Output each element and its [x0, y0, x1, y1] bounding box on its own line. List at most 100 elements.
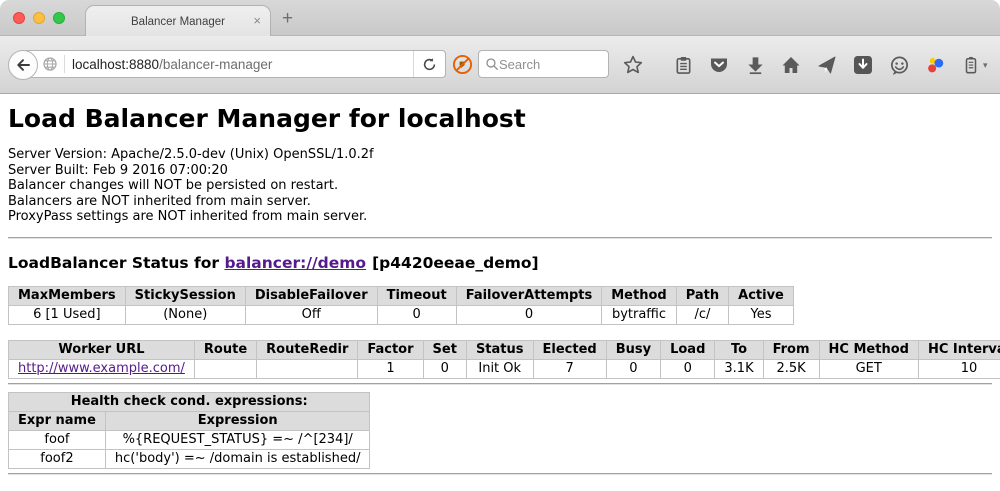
health-check-table: Health check cond. expressions: Expr nam…	[8, 392, 370, 469]
worker-value-cell: 2.5K	[763, 359, 819, 378]
tab-close-icon[interactable]: ×	[253, 14, 261, 28]
worker-value-cell: 3.1K	[715, 359, 763, 378]
health-value-cell: %{REQUEST_STATUS} =~ /^[234]/	[105, 430, 370, 449]
worker-value-cell: Init Ok	[466, 359, 533, 378]
table-row: foof%{REQUEST_STATUS} =~ /^[234]/	[9, 430, 370, 449]
send-plane-icon	[817, 55, 837, 75]
smiley-icon	[889, 55, 910, 76]
page-content: Load Balancer Manager for localhost Serv…	[0, 94, 1000, 475]
section-divider	[8, 383, 992, 385]
worker-header-cell: RouteRedir	[257, 340, 358, 359]
balancer-header-cell: MaxMembers	[9, 286, 126, 305]
balancer-header-cell: Timeout	[377, 286, 456, 305]
inherit-notice-line: Balancers are NOT inherited from main se…	[8, 194, 992, 210]
balancer-header-cell: StickySession	[125, 286, 245, 305]
health-table-title: Health check cond. expressions:	[9, 392, 370, 411]
server-info: Server Version: Apache/2.5.0-dev (Unix) …	[8, 147, 992, 225]
tab-balancer-manager[interactable]: Balancer Manager ×	[85, 5, 271, 37]
traffic-lights	[13, 12, 65, 24]
pocket-button[interactable]	[708, 54, 730, 76]
balancer-header-cell: DisableFailover	[245, 286, 377, 305]
close-window-button[interactable]	[13, 12, 25, 24]
worker-value-cell: 0	[423, 359, 466, 378]
worker-value-cell: 0	[661, 359, 715, 378]
dropdown-caret[interactable]: ▾	[983, 60, 988, 71]
balancer-value-cell: bytraffic	[602, 305, 676, 324]
balancer-value-cell: (None)	[125, 305, 245, 324]
page-bottom-divider	[8, 473, 992, 475]
worker-value-cell: 0	[606, 359, 660, 378]
health-header-cell: Expression	[105, 411, 370, 430]
balancer-value-cell: 6 [1 Used]	[9, 305, 126, 324]
worker-header-cell: Load	[661, 340, 715, 359]
video-download-button[interactable]	[852, 54, 874, 76]
worker-header-cell: Status	[466, 340, 533, 359]
globe-icon	[42, 56, 58, 72]
balancer-value-cell: Yes	[729, 305, 794, 324]
color-dots-icon	[925, 55, 946, 76]
toolbar-icons: ▾	[622, 36, 1000, 94]
browser-chrome: Balancer Manager × + localhost:8880/bala…	[0, 0, 1000, 94]
url-path: /balancer-manager	[159, 57, 272, 72]
battery-icon	[962, 56, 980, 75]
tab-bar: Balancer Manager × +	[0, 0, 1000, 36]
status-suffix: [p4420eeae_demo]	[372, 254, 539, 272]
balancer-settings-table: MaxMembersStickySessionDisableFailoverTi…	[8, 286, 794, 325]
health-value-cell: foof2	[9, 449, 106, 468]
downloads-button[interactable]	[744, 54, 766, 76]
worker-value-cell: 7	[533, 359, 606, 378]
balancer-value-cell: 0	[377, 305, 456, 324]
health-value-cell: hc('body') =~ /domain is established/	[105, 449, 370, 468]
search-icon	[485, 57, 499, 71]
url-separator	[64, 55, 65, 73]
reading-list-button[interactable]	[672, 54, 694, 76]
reload-button[interactable]	[413, 51, 445, 77]
url-text[interactable]: localhost:8880/balancer-manager	[72, 57, 413, 72]
balancer-header-cell: Path	[676, 286, 728, 305]
pocket-icon	[709, 55, 729, 75]
back-button[interactable]	[8, 50, 38, 80]
clipboard-icon	[674, 56, 693, 75]
search-bar[interactable]	[478, 50, 609, 78]
share-button[interactable]	[816, 54, 838, 76]
browser-window: Balancer Manager × + localhost:8880/bala…	[0, 0, 1000, 491]
worker-header-cell: To	[715, 340, 763, 359]
search-input[interactable]	[499, 57, 589, 72]
worker-header-cell: HC Interval	[918, 340, 1000, 359]
table-caption-row: Health check cond. expressions:	[9, 392, 370, 411]
section-divider	[8, 237, 992, 239]
container-extension-button[interactable]	[960, 54, 982, 76]
balancer-header-cell: Method	[602, 286, 676, 305]
bookmark-star-button[interactable]	[622, 54, 644, 76]
proxypass-notice-line: ProxyPass settings are NOT inherited fro…	[8, 209, 992, 225]
table-row: 6 [1 Used](None)Off00bytraffic/c/Yes	[9, 305, 794, 324]
navigation-toolbar: localhost:8880/balancer-manager	[0, 36, 1000, 94]
minimize-window-button[interactable]	[33, 12, 45, 24]
tab-title: Balancer Manager	[131, 16, 225, 28]
balancer-link[interactable]: balancer://demo	[224, 254, 366, 272]
page-title: Load Balancer Manager for localhost	[8, 105, 992, 133]
worker-value-cell	[257, 359, 358, 378]
balancer-header-cell: Active	[729, 286, 794, 305]
balancer-header-cell: FailoverAttempts	[456, 286, 602, 305]
worker-header-cell: Worker URL	[9, 340, 195, 359]
emoji-extension-button[interactable]	[888, 54, 910, 76]
color-dots-extension-button[interactable]	[924, 54, 946, 76]
zoom-window-button[interactable]	[53, 12, 65, 24]
table-row: foof2hc('body') =~ /domain is establishe…	[9, 449, 370, 468]
worker-header-cell: Route	[194, 340, 256, 359]
home-button[interactable]	[780, 54, 802, 76]
table-row: http://www.example.com/ 10Init Ok7003.1K…	[9, 359, 1000, 378]
worker-value-cell: 1	[358, 359, 423, 378]
new-tab-button[interactable]: +	[282, 8, 293, 30]
url-bar[interactable]: localhost:8880/balancer-manager	[23, 50, 446, 78]
reload-icon	[422, 57, 437, 72]
worker-value-cell: GET	[819, 359, 918, 378]
home-icon	[781, 55, 801, 75]
worker-header-cell: Set	[423, 340, 466, 359]
plugin-blocked-button[interactable]	[452, 54, 473, 80]
box-download-icon	[853, 55, 873, 75]
table-header-row: Expr nameExpression	[9, 411, 370, 430]
worker-table: Worker URLRouteRouteRedirFactorSetStatus…	[8, 340, 1000, 379]
worker-url-link[interactable]: http://www.example.com/	[18, 361, 185, 376]
